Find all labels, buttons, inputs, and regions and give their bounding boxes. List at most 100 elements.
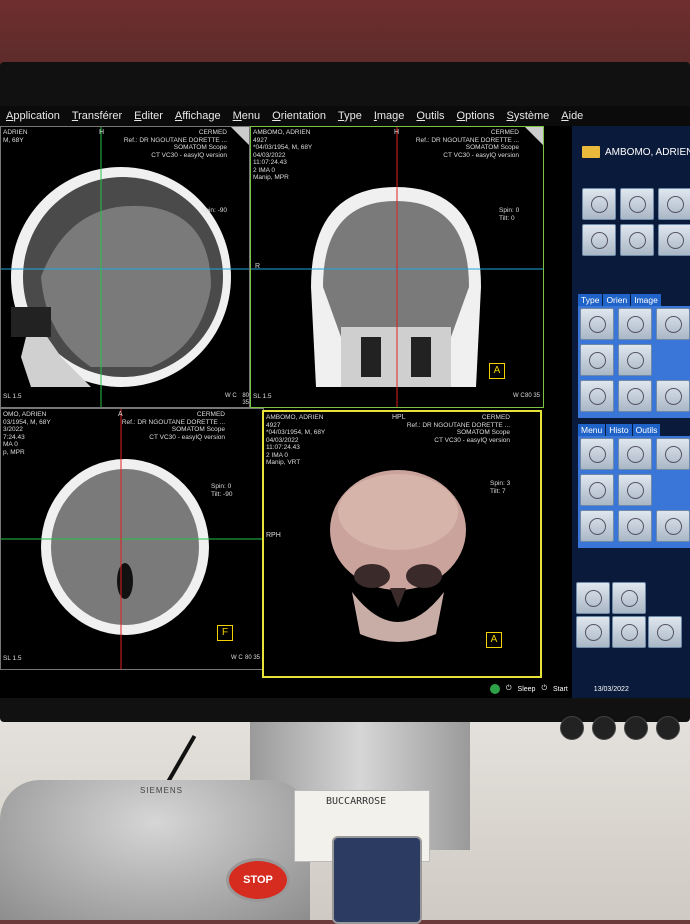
study-info-br: CERMED Ref.: DR NGOUTANE DORETTE ... SOM… (406, 414, 510, 444)
tabs-bottom: Menu Histo Outils (578, 424, 662, 436)
type-button-5[interactable] (618, 344, 652, 376)
type-button-3[interactable] (656, 308, 690, 340)
head-profile-icon[interactable] (658, 188, 690, 220)
window-values-tr: 80 35 (525, 393, 541, 399)
slice-thickness-tr: SL 1.5 (253, 393, 272, 400)
study-info-bl: CERMED Ref.: DR NGOUTANE DORETTE ... SOM… (121, 411, 225, 441)
move-icon[interactable] (658, 224, 690, 256)
export-folder-icon[interactable] (648, 616, 682, 648)
tool-button-6[interactable] (580, 510, 614, 542)
menu-item-editer[interactable]: Editer (128, 110, 169, 122)
tab-type[interactable]: Type (578, 294, 604, 306)
menu-item-transferer[interactable]: Transférer (66, 110, 128, 122)
menu-item-type[interactable]: Type (332, 110, 368, 122)
menu-item-image[interactable]: Image (368, 110, 411, 122)
orientation-top-tr: H (394, 129, 400, 136)
head-view-icon[interactable] (620, 188, 654, 220)
menu-item-systeme[interactable]: Système (500, 110, 555, 122)
help-icon[interactable] (576, 616, 610, 648)
siemens-brand: SIEMENS (140, 786, 184, 795)
viewport-vrt[interactable]: AMBOMO, ADRIEN 4927 *04/03/1954, M, 68Y … (262, 410, 542, 678)
rotate-3d-icon[interactable] (582, 224, 616, 256)
monitor-button-1[interactable] (560, 716, 584, 740)
orientation-top-tl: H (99, 129, 105, 136)
menu-item-menu[interactable]: Menu (227, 110, 267, 122)
start-label[interactable]: Start (553, 686, 568, 693)
orientation-box-br: A (486, 632, 502, 648)
viewport-sagittal[interactable]: ADRIEN M, 68Y CERMED Ref.: DR NGOUTANE D… (0, 126, 250, 408)
tool-button-1[interactable] (580, 438, 614, 470)
sticky-note-text: BUCCARROSE (326, 796, 387, 807)
tab-menu[interactable]: Menu (578, 424, 607, 436)
status-date: 13/03/2022 (593, 685, 629, 693)
status-indicator-icon (490, 684, 500, 694)
corner-triangle-tr (525, 127, 543, 145)
window-values-tl: 80 35 (242, 393, 249, 406)
tab-orien[interactable]: Orien (603, 294, 632, 306)
layout-button-2[interactable] (612, 616, 646, 648)
patient-info-br: AMBOMO, ADRIEN 4927 *04/03/1954, M, 68Y … (266, 414, 326, 466)
orientation-box-bl: F (217, 625, 233, 641)
menu-item-options[interactable]: Options (451, 110, 501, 122)
window-center-tr: W C (513, 393, 525, 399)
study-info-tl: CERMED Ref.: DR NGOUTANE DORETTE ... SOM… (123, 129, 227, 159)
tab-outils[interactable]: Outils (632, 424, 662, 436)
viewport-axial[interactable]: OMO, ADRIEN 03/1954, M, 68Y 3/2022 7:24.… (0, 408, 264, 670)
pan-icon[interactable] (620, 224, 654, 256)
viewport-coronal[interactable]: AMBOMO, ADRIEN 4927 *04/03/1954, M, 68Y … (250, 126, 544, 408)
layout-button-1[interactable] (576, 582, 610, 614)
monitor-button-3[interactable] (624, 716, 648, 740)
orientation-left-br: RPH (266, 532, 281, 539)
stop-button[interactable]: STOP (226, 858, 290, 902)
tab-histo[interactable]: Histo (606, 424, 633, 436)
monitor-screen: Application Transférer Editer Affichage Menu… (0, 106, 690, 698)
tabs-top: Type Orien Image (578, 294, 662, 306)
orientation-box-tr: A (489, 363, 505, 379)
slice-thickness-bl: SL 1.5 (3, 655, 22, 662)
status-bar: ⏻ Sleep ⏻ Start 13/03/2022 (490, 682, 690, 696)
tab-image[interactable]: Image (631, 294, 662, 306)
type-button-1[interactable] (580, 308, 614, 340)
spin-info-tl: Spin: -90 (201, 207, 228, 214)
orientation-top-bl: A (118, 411, 123, 418)
type-button-6[interactable] (580, 380, 614, 412)
tool-button-2[interactable] (618, 438, 652, 470)
rotate-icon[interactable] (582, 188, 616, 220)
device-card (332, 836, 422, 924)
type-button-2[interactable] (618, 308, 652, 340)
menu-bar: Application Transférer Editer Affichage Menu… (0, 106, 690, 126)
monitor-button-4[interactable] (656, 716, 680, 740)
orientation-top-br: HPL (392, 414, 406, 421)
tool-button-8[interactable] (656, 510, 690, 542)
type-button-4[interactable] (580, 344, 614, 376)
tool-button-4[interactable] (580, 474, 614, 506)
menu-item-orientation[interactable]: Orientation (266, 110, 332, 122)
patient-name: AMBOMO, ADRIEN (605, 146, 690, 158)
type-button-8[interactable] (656, 380, 690, 412)
power-icon[interactable]: ⏻ (506, 685, 512, 693)
menu-item-aide[interactable]: Aide (555, 110, 589, 122)
tab-panel-bottom (578, 436, 690, 548)
sagittal-ct-image (1, 127, 249, 407)
tab-panel-top (578, 306, 690, 418)
type-button-7[interactable] (618, 380, 652, 412)
menu-item-affichage[interactable]: Affichage (169, 110, 227, 122)
patient-info-tr: AMBOMO, ADRIEN 4927 *04/03/1954, M, 68Y … (253, 129, 313, 181)
monitor-button-2[interactable] (592, 716, 616, 740)
window-center-bl: W C (231, 655, 243, 661)
tool-button-5[interactable] (618, 474, 652, 506)
grid-icon[interactable] (612, 582, 646, 614)
spin-tilt-br: Spin: 3 Tilt: 7 (490, 480, 511, 495)
control-panel: AMBOMO, ADRIEN Type Orien Image Menu His… (572, 126, 690, 698)
study-info-tr: CERMED Ref.: DR NGOUTANE DORETTE ... SOM… (415, 129, 519, 159)
monitor-hardware-buttons (560, 716, 680, 740)
patient-info-bl: OMO, ADRIEN 03/1954, M, 68Y 3/2022 7:24.… (3, 411, 51, 456)
window-values-bl: 80 35 (245, 655, 261, 661)
tool-button-7[interactable] (618, 510, 652, 542)
start-icon[interactable]: ⏻ (541, 685, 547, 693)
menu-item-application[interactable]: Application (0, 110, 66, 122)
menu-item-outils[interactable]: Outils (410, 110, 450, 122)
tool-button-3[interactable] (656, 438, 690, 470)
sleep-label[interactable]: Sleep (518, 686, 536, 693)
folder-icon[interactable] (582, 146, 600, 158)
